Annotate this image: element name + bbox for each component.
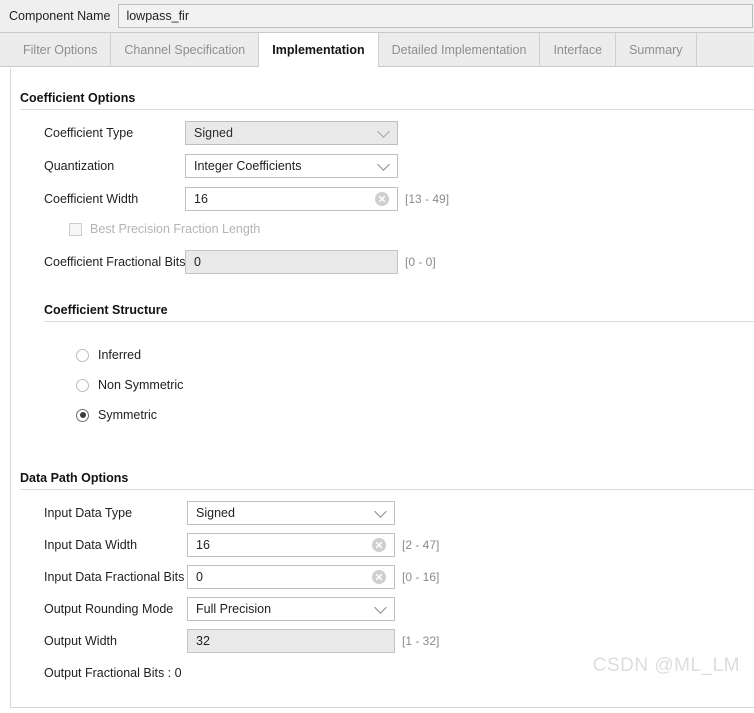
output-rounding-mode-select[interactable]: Full Precision	[187, 597, 395, 621]
input-data-fractional-bits-value: 0	[196, 570, 203, 584]
watermark: CSDN @ML_LM	[592, 655, 740, 676]
chevron-down-icon	[377, 158, 390, 171]
input-data-fractional-bits-input[interactable]: 0	[187, 565, 395, 589]
tab-label: Detailed Implementation	[391, 42, 527, 57]
coefficient-fractional-bits-input[interactable]: 0	[185, 250, 398, 274]
quantization-value: Integer Coefficients	[194, 159, 302, 173]
coefficient-type-row: Coefficient Type Signed	[20, 121, 754, 145]
output-width-row: Output Width 32 [1 - 32]	[20, 629, 754, 653]
tab-interface[interactable]: Interface	[540, 33, 617, 66]
coefficient-fractional-bits-row: Coefficient Fractional Bits 0 [0 - 0]	[20, 250, 754, 274]
implementation-panel: Coefficient Options Coefficient Type Sig…	[0, 68, 754, 713]
coefficient-structure-group: Coefficient Structure Inferred Non Symme…	[44, 303, 754, 430]
coefficient-fractional-bits-value: 0	[194, 255, 201, 269]
component-name-label: Component Name	[9, 9, 111, 23]
coefficient-width-range: [13 - 49]	[405, 192, 450, 206]
input-data-fractional-bits-range: [0 - 16]	[402, 570, 440, 584]
radio-option-inferred[interactable]: Inferred	[76, 340, 754, 370]
tab-label: Summary	[629, 42, 683, 57]
tab-bar: Filter Options Channel Specification Imp…	[0, 33, 754, 67]
radio-option-non-symmetric[interactable]: Non Symmetric	[76, 370, 754, 400]
input-data-fractional-bits-label: Input Data Fractional Bits	[44, 570, 185, 584]
tab-channel-specification[interactable]: Channel Specification	[111, 33, 260, 66]
coefficient-structure-title: Coefficient Structure	[44, 303, 168, 317]
input-data-type-label: Input Data Type	[44, 506, 133, 520]
radio-option-symmetric[interactable]: Symmetric	[76, 400, 754, 430]
component-name-bar: Component Name lowpass_fir	[0, 0, 754, 33]
best-precision-fraction-length-row[interactable]: Best Precision Fraction Length	[20, 217, 754, 241]
clear-icon[interactable]	[372, 570, 386, 584]
coefficient-width-row: Coefficient Width 16 [13 - 49]	[20, 187, 754, 211]
input-data-type-value: Signed	[196, 506, 235, 520]
coefficient-type-label: Coefficient Type	[44, 126, 134, 140]
coefficient-fractional-bits-label: Coefficient Fractional Bits	[44, 255, 186, 269]
component-name-input[interactable]: lowpass_fir	[118, 4, 753, 28]
radio-icon[interactable]	[76, 348, 89, 362]
tab-label: Filter Options	[23, 42, 98, 57]
input-data-width-label: Input Data Width	[44, 538, 138, 552]
tab-implementation[interactable]: Implementation	[258, 33, 379, 67]
coefficient-fractional-bits-range: [0 - 0]	[405, 255, 436, 269]
coefficient-options-title: Coefficient Options	[20, 91, 136, 105]
tab-label: Interface	[553, 42, 603, 57]
coefficient-type-select[interactable]: Signed	[185, 121, 398, 145]
quantization-row: Quantization Integer Coefficients	[20, 154, 754, 178]
coefficient-options-group: Coefficient Options Coefficient Type Sig…	[20, 91, 754, 274]
coefficient-type-value: Signed	[194, 126, 233, 140]
output-rounding-mode-value: Full Precision	[196, 602, 272, 616]
output-fractional-bits-text: Output Fractional Bits : 0	[44, 666, 182, 680]
chevron-down-icon	[377, 125, 390, 138]
coefficient-structure-radio-group: Inferred Non Symmetric Symmetric	[44, 322, 754, 430]
quantization-select[interactable]: Integer Coefficients	[185, 154, 398, 178]
quantization-label: Quantization	[44, 159, 115, 173]
input-data-width-value: 16	[196, 538, 210, 552]
chevron-down-icon	[374, 601, 387, 614]
tab-label: Implementation	[272, 42, 365, 57]
output-width-label: Output Width	[44, 634, 117, 648]
best-precision-fraction-length-label: Best Precision Fraction Length	[90, 222, 261, 236]
output-width-value: 32	[196, 634, 210, 648]
clear-icon[interactable]	[375, 192, 389, 206]
data-path-options-title: Data Path Options	[20, 471, 129, 485]
input-data-width-input[interactable]: 16	[187, 533, 395, 557]
panel-bottom-divider	[10, 707, 754, 708]
output-rounding-mode-row: Output Rounding Mode Full Precision	[20, 597, 754, 621]
input-data-width-row: Input Data Width 16 [2 - 47]	[20, 533, 754, 557]
input-data-type-select[interactable]: Signed	[187, 501, 395, 525]
chevron-down-icon	[374, 505, 387, 518]
tab-summary[interactable]: Summary	[616, 33, 697, 66]
data-path-options-group: Data Path Options Input Data Type Signed…	[20, 471, 754, 653]
coefficient-width-input[interactable]: 16	[185, 187, 398, 211]
output-width-range: [1 - 32]	[402, 634, 440, 648]
component-name-value: lowpass_fir	[126, 9, 189, 23]
tab-label: Channel Specification	[124, 42, 246, 57]
tab-bar-filler	[697, 33, 754, 66]
output-width-input[interactable]: 32	[187, 629, 395, 653]
input-data-fractional-bits-row: Input Data Fractional Bits 0 [0 - 16]	[20, 565, 754, 589]
radio-icon-selected[interactable]	[76, 408, 89, 422]
coefficient-width-label: Coefficient Width	[44, 192, 139, 206]
coefficient-width-value: 16	[194, 192, 208, 206]
radio-label: Symmetric	[98, 408, 158, 422]
checkbox-icon[interactable]	[69, 222, 82, 236]
tab-filter-options[interactable]: Filter Options	[10, 33, 112, 66]
clear-icon[interactable]	[372, 538, 386, 552]
tab-detailed-implementation[interactable]: Detailed Implementation	[379, 33, 541, 66]
radio-label: Inferred	[98, 348, 142, 362]
panel-left-divider	[10, 68, 11, 707]
input-data-width-range: [2 - 47]	[402, 538, 440, 552]
radio-icon[interactable]	[76, 378, 89, 392]
radio-label: Non Symmetric	[98, 378, 184, 392]
output-rounding-mode-label: Output Rounding Mode	[44, 602, 174, 616]
input-data-type-row: Input Data Type Signed	[20, 501, 754, 525]
